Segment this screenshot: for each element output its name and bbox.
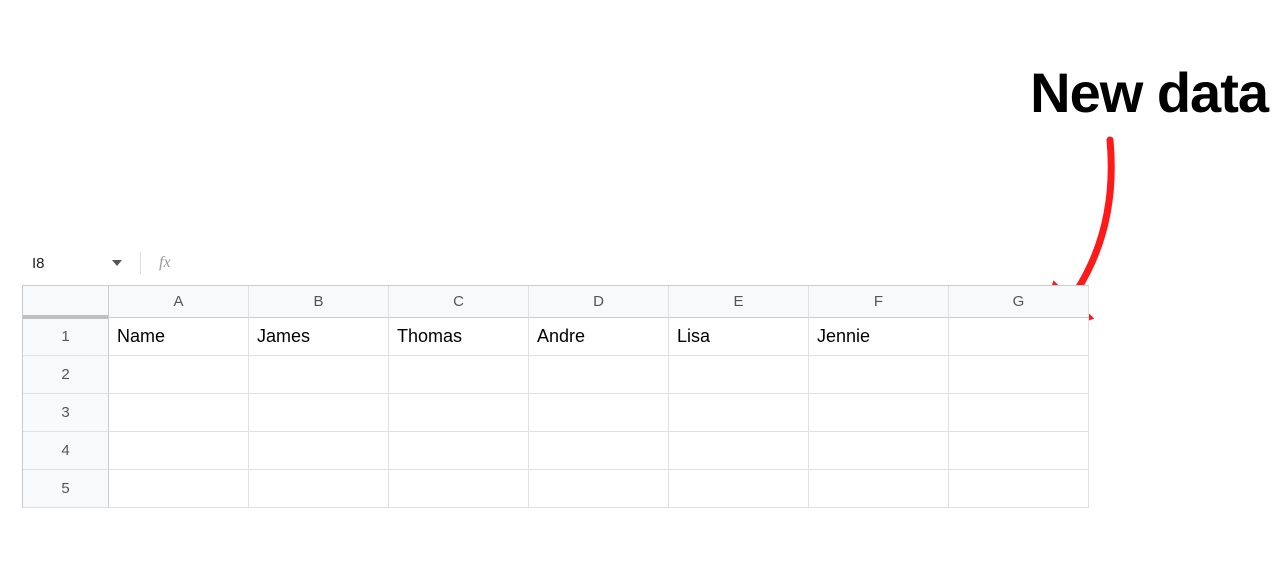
cell-c4[interactable] <box>389 432 529 470</box>
cell-b4[interactable] <box>249 432 389 470</box>
col-header-a[interactable]: A <box>109 286 249 318</box>
col-header-c[interactable]: C <box>389 286 529 318</box>
cell-c1[interactable]: Thomas <box>389 318 529 356</box>
cell-d4[interactable] <box>529 432 669 470</box>
table-row: 5 <box>23 470 1089 508</box>
row-header-5[interactable]: 5 <box>23 470 109 508</box>
table-row: 4 <box>23 432 1089 470</box>
cell-e3[interactable] <box>669 394 809 432</box>
cell-f4[interactable] <box>809 432 949 470</box>
col-header-d[interactable]: D <box>529 286 669 318</box>
cell-e4[interactable] <box>669 432 809 470</box>
cell-a2[interactable] <box>109 356 249 394</box>
row-header-3[interactable]: 3 <box>23 394 109 432</box>
cell-f1[interactable]: Jennie <box>809 318 949 356</box>
name-box-dropdown-icon[interactable] <box>112 260 122 266</box>
cell-a4[interactable] <box>109 432 249 470</box>
cell-g3[interactable] <box>949 394 1089 432</box>
table-row: 2 <box>23 356 1089 394</box>
cell-e1[interactable]: Lisa <box>669 318 809 356</box>
col-header-b[interactable]: B <box>249 286 389 318</box>
cell-a3[interactable] <box>109 394 249 432</box>
cell-b2[interactable] <box>249 356 389 394</box>
formula-bar: I8 fx <box>22 248 171 278</box>
row-header-1[interactable]: 1 <box>23 318 109 356</box>
column-header-row: A B C D E F G <box>23 286 1089 318</box>
cell-d1[interactable]: Andre <box>529 318 669 356</box>
row-header-4[interactable]: 4 <box>23 432 109 470</box>
fx-icon[interactable]: fx <box>159 254 171 272</box>
row-header-2[interactable]: 2 <box>23 356 109 394</box>
cell-b3[interactable] <box>249 394 389 432</box>
col-header-e[interactable]: E <box>669 286 809 318</box>
cell-b1[interactable]: James <box>249 318 389 356</box>
col-header-f[interactable]: F <box>809 286 949 318</box>
divider <box>140 252 141 274</box>
col-header-g[interactable]: G <box>949 286 1089 318</box>
cell-f3[interactable] <box>809 394 949 432</box>
cell-e2[interactable] <box>669 356 809 394</box>
cell-f2[interactable] <box>809 356 949 394</box>
table-row: 3 <box>23 394 1089 432</box>
table-row: 1 Name James Thomas Andre Lisa Jennie <box>23 318 1089 356</box>
name-box[interactable]: I8 <box>22 255 112 272</box>
annotation-label: New data <box>1030 60 1268 125</box>
cell-f5[interactable] <box>809 470 949 508</box>
cell-g4[interactable] <box>949 432 1089 470</box>
cell-g2[interactable] <box>949 356 1089 394</box>
cell-d2[interactable] <box>529 356 669 394</box>
cell-c5[interactable] <box>389 470 529 508</box>
select-all-corner[interactable] <box>23 286 109 318</box>
cell-d5[interactable] <box>529 470 669 508</box>
cell-c2[interactable] <box>389 356 529 394</box>
cell-g1[interactable] <box>949 318 1089 356</box>
cell-g5[interactable] <box>949 470 1089 508</box>
cell-d3[interactable] <box>529 394 669 432</box>
cell-e5[interactable] <box>669 470 809 508</box>
spreadsheet-grid: A B C D E F G 1 Name James Thomas Andre … <box>22 285 1089 508</box>
cell-a5[interactable] <box>109 470 249 508</box>
cell-b5[interactable] <box>249 470 389 508</box>
cell-c3[interactable] <box>389 394 529 432</box>
cell-a1[interactable]: Name <box>109 318 249 356</box>
